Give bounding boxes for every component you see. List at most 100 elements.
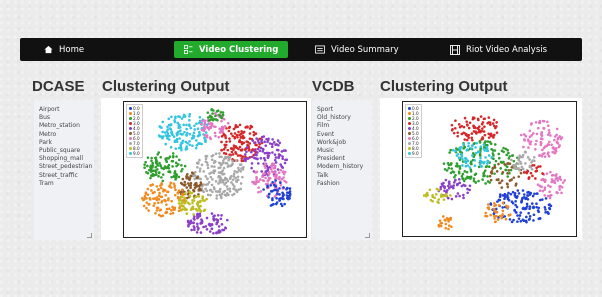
scatter-point: [205, 134, 209, 137]
scatter-point: [557, 145, 561, 149]
scatter-point: [193, 186, 197, 190]
nav-video-clustering[interactable]: Video Clustering: [174, 41, 289, 58]
scatter-point: [167, 163, 171, 167]
scatter-point: [431, 194, 434, 197]
scatter-point: [203, 127, 207, 131]
scatter-point: [200, 218, 203, 221]
scatter-point: [223, 193, 227, 197]
scatter-point: [220, 196, 223, 200]
scatter-point: [217, 231, 221, 234]
legend-swatch: [408, 147, 411, 150]
scatter-point: [527, 190, 530, 194]
scatter-point: [213, 214, 216, 217]
scatter-point: [528, 217, 531, 221]
scatter-point: [256, 151, 259, 154]
list-item: Talk: [317, 171, 329, 179]
resize-handle[interactable]: [365, 233, 370, 238]
scatter-point: [546, 133, 550, 136]
scatter-point: [520, 165, 524, 169]
scatter-point: [486, 180, 490, 183]
scatter-point: [181, 188, 184, 192]
scatter-point: [463, 116, 467, 120]
scatter-point: [170, 209, 173, 212]
scatter-point: [259, 156, 263, 160]
scatter-point: [278, 141, 282, 145]
scatter-point: [226, 121, 230, 125]
scatter-point: [146, 164, 149, 168]
list-item: Public_square: [39, 147, 81, 155]
nav-video-summary[interactable]: Video Summary: [315, 38, 399, 61]
scatter-point: [507, 214, 511, 217]
scatter-point: [185, 123, 188, 127]
legend-swatch: [129, 152, 132, 155]
scatter-point: [534, 177, 537, 180]
scatter-point: [212, 171, 216, 175]
resize-handle[interactable]: [87, 233, 92, 238]
scatter-point: [239, 154, 242, 157]
scatter-point: [256, 139, 260, 142]
scatter-point: [160, 176, 163, 179]
scatter-point: [198, 132, 201, 136]
vcdb-label-list[interactable]: Sport Old_history Film Event Work&job Music Pr…: [312, 100, 372, 240]
scatter-point: [216, 118, 219, 122]
scatter-point: [160, 166, 164, 170]
scatter-point: [278, 193, 281, 196]
scatter-point: [457, 178, 461, 181]
scatter-point: [236, 170, 239, 174]
scatter-point: [487, 154, 491, 157]
list-item: Fashion: [317, 179, 340, 187]
scatter-point: [447, 227, 450, 231]
scatter-point: [525, 220, 528, 224]
scatter-point: [504, 217, 508, 221]
scatter-point: [487, 207, 491, 211]
scatter-point: [173, 208, 176, 211]
scatter-point: [514, 166, 518, 170]
scatter-point: [157, 213, 161, 217]
nav-home[interactable]: Home: [44, 38, 84, 61]
scatter-point: [149, 176, 152, 180]
scatter-point: [208, 136, 212, 139]
scatter-point: [172, 174, 176, 178]
scatter-point: [165, 156, 169, 160]
scatter-point: [220, 116, 224, 120]
scatter-point: [285, 158, 289, 162]
scatter-point: [227, 164, 230, 167]
scatter-point: [179, 199, 182, 202]
scatter-point: [556, 191, 559, 195]
scatter-point: [264, 144, 268, 147]
scatter-point: [241, 136, 245, 140]
scatter-point: [167, 117, 171, 121]
scatter-point: [512, 176, 516, 179]
scatter-point: [526, 194, 529, 197]
scatter-point: [236, 135, 239, 139]
right-clustering-panel: 0.0 1.0 2.0 3.0 4.0 5.0 6.0 7.0 8.0 9.0: [380, 98, 582, 240]
scatter-point: [526, 197, 530, 201]
scatter-point: [277, 171, 281, 174]
list-item: Park: [39, 138, 52, 146]
scatter-point: [467, 144, 470, 148]
scatter-point: [452, 181, 456, 184]
scatter-point: [188, 178, 191, 182]
scatter-point: [462, 193, 465, 197]
scatter-point: [210, 212, 214, 215]
scatter-point: [528, 207, 531, 210]
scatter-point: [486, 121, 489, 125]
scatter-point: [491, 152, 495, 155]
scatter-point: [161, 130, 165, 134]
nav-riot-analysis[interactable]: Riot Video Analysis: [450, 38, 547, 61]
scatter-point: [212, 186, 216, 189]
list-item: Tram: [39, 179, 54, 187]
scatter-point: [455, 154, 459, 157]
dcase-label-list[interactable]: Airport Bus Metro_station Metro Park Public_s…: [34, 100, 94, 240]
scatter-point: [262, 156, 266, 160]
scatter-point: [551, 150, 554, 154]
scatter-point: [215, 110, 219, 113]
scatter-point: [497, 178, 500, 181]
scatter-point: [270, 170, 274, 173]
legend-swatch: [129, 132, 132, 135]
scatter-point: [211, 112, 214, 115]
scatter-point: [494, 220, 497, 224]
scatter-point: [196, 127, 200, 131]
scatter-point: [440, 221, 444, 225]
scatter-point: [275, 192, 279, 195]
